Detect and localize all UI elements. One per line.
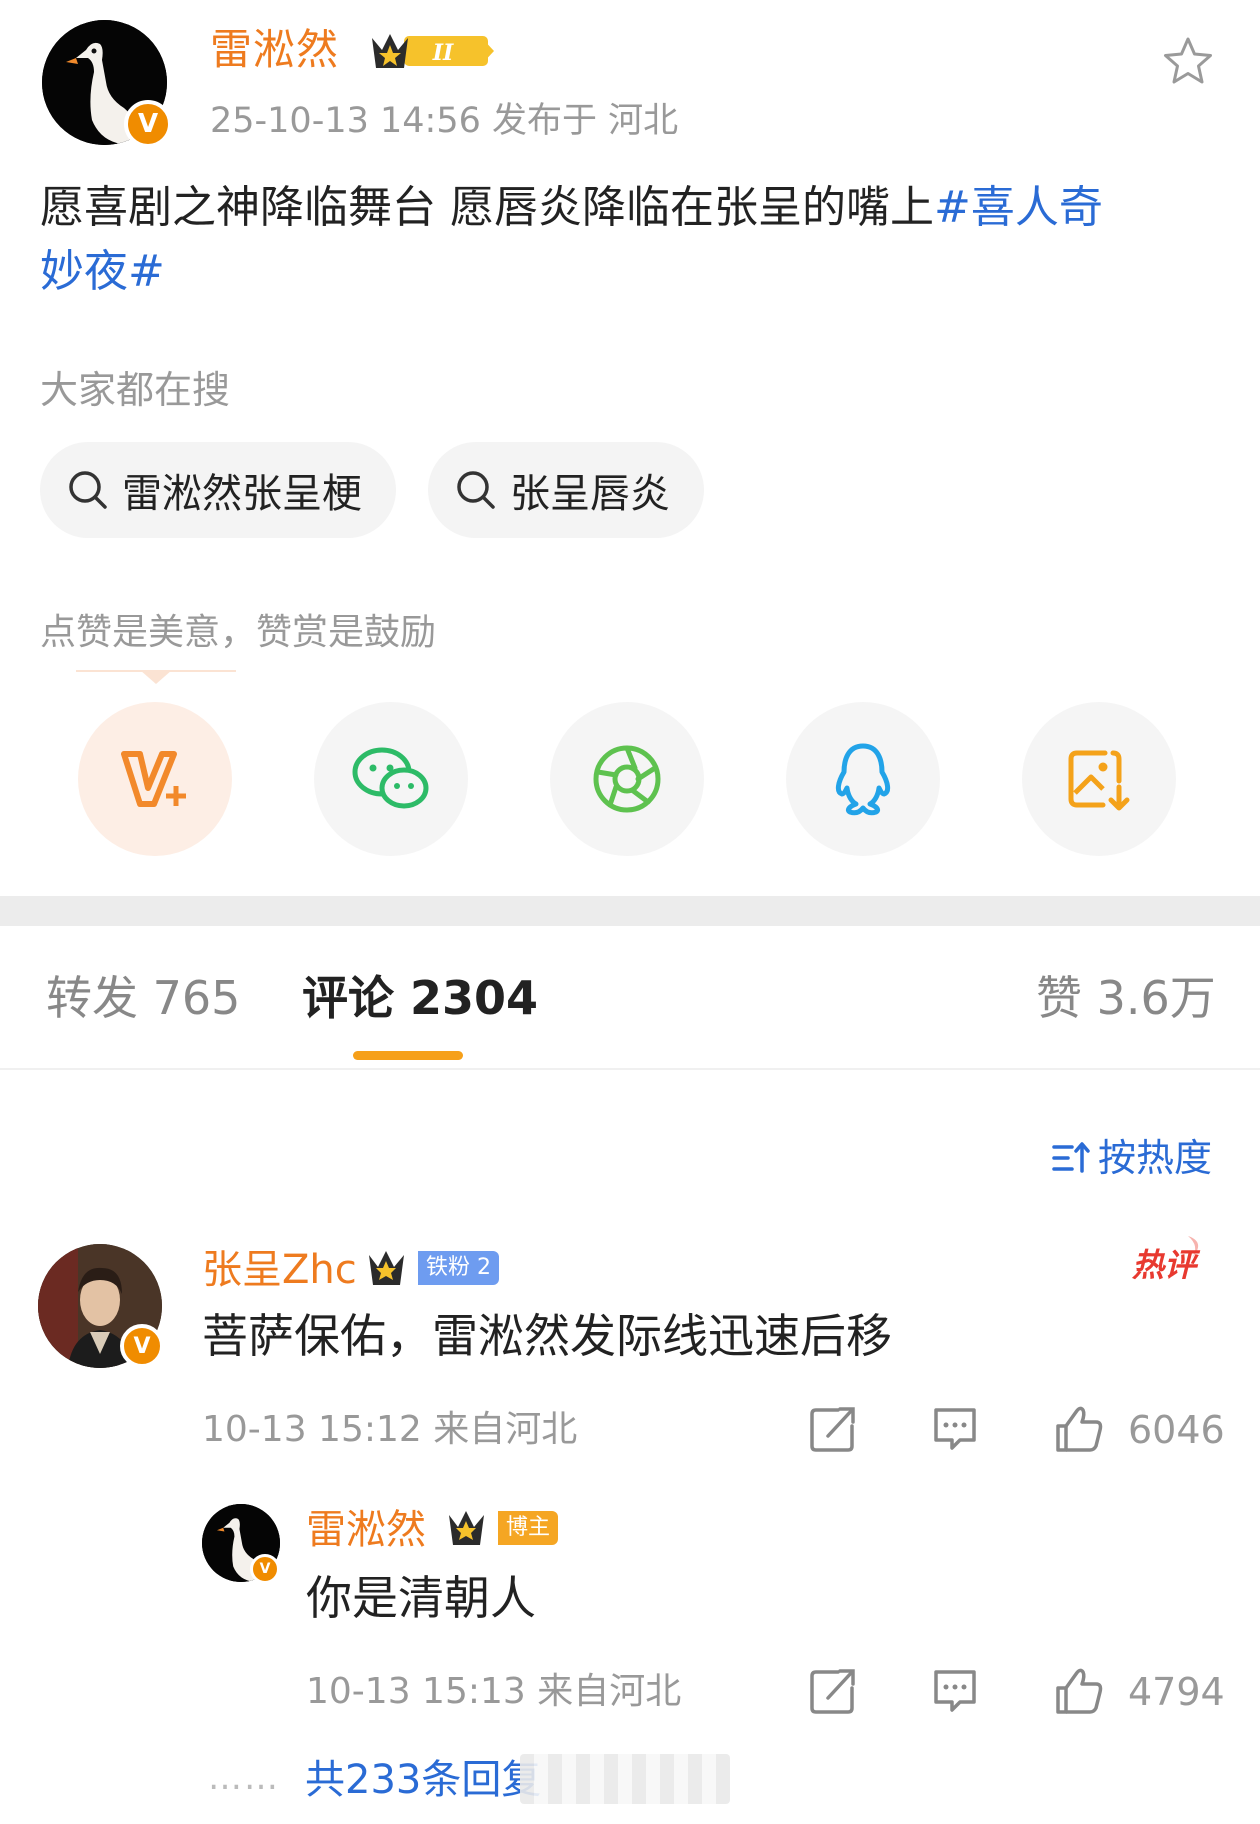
tab-comments[interactable]: 评论 2304: [302, 966, 538, 1030]
moments-icon: [593, 745, 661, 813]
sort-label: 按热度: [1098, 1136, 1213, 1180]
share-wechat-button[interactable]: [314, 702, 468, 856]
fan-level-badge: 铁粉 2: [366, 1250, 499, 1286]
search-chip-2[interactable]: 张呈唇炎: [428, 442, 704, 538]
v-plus-icon: [121, 751, 186, 807]
like-thumb-icon[interactable]: [1054, 1666, 1104, 1716]
hot-comment-icon: 热评: [1131, 1236, 1201, 1284]
search-chip-label: 雷淞然张呈梗: [122, 471, 362, 517]
verified-badge-icon: V: [250, 1554, 280, 1584]
wechat-icon: [352, 747, 429, 809]
like-thumb-icon[interactable]: [1054, 1404, 1104, 1454]
share-qq-button[interactable]: [786, 702, 940, 856]
search-icon: [457, 471, 495, 509]
post-body: 愿喜剧之神降临舞台 愿唇炎降临在张呈的嘴上#喜人奇 妙夜#: [40, 176, 1230, 304]
topic-link-continued[interactable]: 妙夜#: [40, 246, 165, 297]
reward-tip: 点赞是美意，赞赏是鼓励: [40, 612, 437, 653]
tab-reposts[interactable]: 转发 765: [46, 966, 240, 1030]
replies-dots: ……: [208, 1758, 280, 1798]
svg-text:II: II: [432, 40, 454, 66]
tip-pointer-icon: [140, 670, 172, 684]
like-count: 6046: [1128, 1408, 1225, 1452]
svg-text:热评: 热评: [1131, 1246, 1201, 1284]
repost-icon[interactable]: [808, 1404, 858, 1454]
reply-comment-icon[interactable]: [930, 1666, 980, 1716]
author-name[interactable]: 雷淞然: [210, 22, 339, 78]
reply-comment-icon[interactable]: [930, 1404, 980, 1454]
trending-search-label: 大家都在搜: [40, 368, 231, 412]
qq-icon: [835, 743, 891, 816]
reply-author-name[interactable]: 雷淞然: [306, 1502, 426, 1558]
topic-link[interactable]: #喜人奇: [934, 182, 1103, 233]
repost-icon[interactable]: [808, 1666, 858, 1716]
sort-by-hot-button[interactable]: 按热度: [1052, 1130, 1212, 1186]
crown-badge-icon: [449, 1511, 484, 1545]
crown-level-badge-icon: II: [372, 34, 494, 68]
blogger-badge-label: 博主: [498, 1511, 559, 1545]
reply-text: 你是清朝人: [306, 1571, 536, 1625]
search-chip-label: 张呈唇炎: [510, 471, 670, 517]
fan-badge-label: 铁粉 2: [418, 1251, 499, 1285]
comment-text: 菩萨保佑，雷淞然发际线迅速后移: [202, 1309, 892, 1363]
search-chip-1[interactable]: 雷淞然张呈梗: [40, 442, 396, 538]
reply-timestamp: 10-13 15:13 来自河北: [306, 1671, 682, 1712]
tabs-divider: [0, 1068, 1260, 1070]
commenter-name[interactable]: 张呈Zhc: [202, 1242, 357, 1298]
verified-badge-icon: V: [120, 1324, 164, 1368]
post-timestamp-location: 25-10-13 14:56 发布于 河北: [210, 101, 679, 141]
blogger-badge: 博主: [446, 1510, 559, 1546]
favorite-star-icon[interactable]: [1160, 34, 1216, 90]
sort-icon: [1052, 1142, 1090, 1173]
like-count: 4794: [1128, 1670, 1225, 1714]
crown-badge-icon: [369, 1251, 404, 1285]
reward-button[interactable]: [78, 702, 232, 856]
post-text: 愿喜剧之神降临舞台 愿唇炎降临在张呈的嘴上: [40, 182, 934, 233]
watermark-mosaic: [520, 1754, 730, 1804]
save-image-icon: [1068, 750, 1130, 811]
share-moments-button[interactable]: [550, 702, 704, 856]
search-icon: [69, 471, 107, 509]
verified-badge-icon: V: [124, 100, 172, 148]
tab-likes[interactable]: 赞 3.6万: [1036, 966, 1216, 1030]
comment-timestamp: 10-13 15:12 来自河北: [202, 1409, 578, 1450]
active-tab-indicator: [353, 1051, 463, 1060]
section-divider: [0, 896, 1260, 926]
save-image-button[interactable]: [1022, 702, 1176, 856]
view-all-replies-link[interactable]: 共233条回复: [305, 1752, 541, 1808]
